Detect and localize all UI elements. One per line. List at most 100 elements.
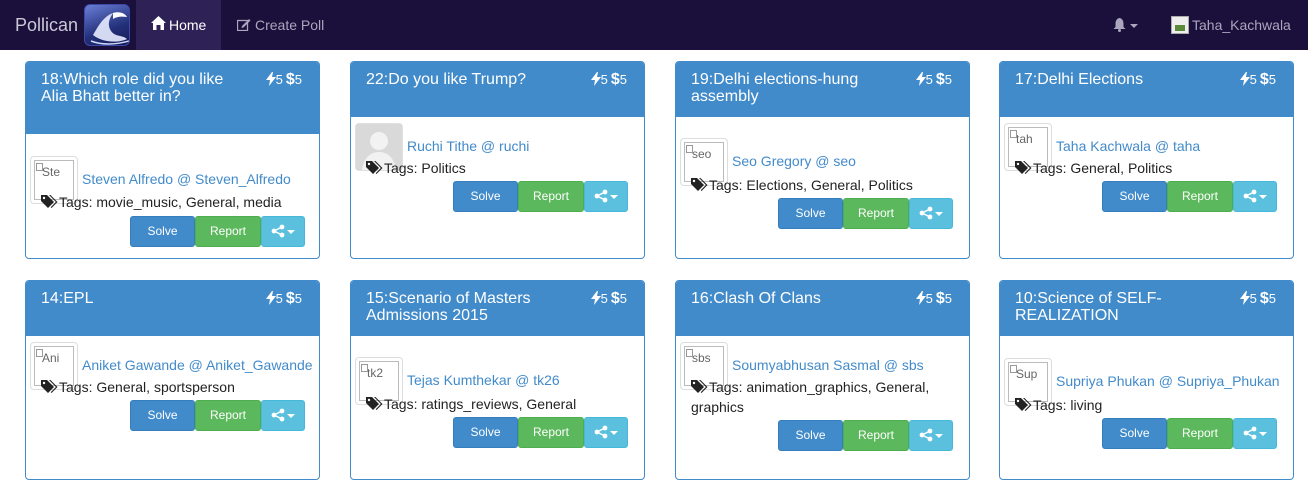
- notifications-dropdown[interactable]: [1113, 17, 1138, 33]
- avatar-alt-text: Ste: [42, 165, 61, 179]
- top-navbar: Pollican Home Create Poll Taha_Kachwala: [0, 0, 1308, 50]
- poll-card: 17:Delhi Elections 5 $5 tah Taha Kachwala…: [999, 61, 1294, 259]
- solve-button[interactable]: Solve: [1102, 418, 1167, 449]
- report-button[interactable]: Report: [1167, 418, 1233, 449]
- solve-button[interactable]: Solve: [130, 216, 195, 247]
- solve-button[interactable]: Solve: [778, 420, 843, 451]
- tags-values: Politics: [421, 160, 466, 176]
- tags-icon: [691, 380, 708, 393]
- author-link[interactable]: Steven Alfredo @ Steven_Alfredo: [82, 171, 291, 187]
- tags-line: Tags: animation_graphics, General, graph…: [676, 377, 946, 417]
- action-buttons: Solve Report: [130, 216, 306, 247]
- poll-card-body: Ste Steven Alfredo @ Steven_Alfredo Tags…: [26, 134, 319, 258]
- report-button[interactable]: Report: [843, 420, 909, 451]
- author-link[interactable]: Ruchi Tithe @ ruchi: [407, 138, 529, 154]
- report-button[interactable]: Report: [195, 216, 261, 247]
- author-link[interactable]: Aniket Gawande @ Aniket_Gawande: [82, 357, 313, 373]
- share-icon: [919, 206, 933, 220]
- poll-card-header: 17:Delhi Elections 5 $5: [1000, 62, 1293, 117]
- poll-card: 19:Delhi elections-hung assembly 5 $5 seo…: [675, 61, 970, 259]
- poll-stats: 5 $5: [915, 290, 955, 308]
- dollar-icon: $: [1259, 290, 1269, 307]
- report-button[interactable]: Report: [518, 181, 584, 212]
- action-buttons: Solve Report: [778, 198, 954, 229]
- author-link[interactable]: Tejas Kumthekar @ tk26: [407, 372, 560, 388]
- bolt-count: 5: [275, 72, 283, 87]
- author-link[interactable]: Soumyabhusan Sasmal @ sbs: [732, 357, 924, 373]
- report-button[interactable]: Report: [1167, 181, 1233, 212]
- tags-line: Tags: Elections, General, Politics: [676, 175, 946, 195]
- share-dropdown-button[interactable]: [909, 198, 953, 229]
- bolt-icon: [1239, 72, 1250, 86]
- bolt-icon: [915, 72, 926, 86]
- poll-stats: 5 $5: [1239, 71, 1279, 89]
- tags-line: Tags: Politics: [351, 158, 621, 178]
- poll-card-header: 15:Scenario of Masters Admissions 2015 5…: [351, 281, 644, 336]
- solve-button[interactable]: Solve: [130, 400, 195, 431]
- poll-card-body: Sup Supriya Phukan @ Supriya_Phukan Tags…: [1000, 336, 1293, 479]
- poll-stats: 5 $5: [915, 71, 955, 89]
- poll-card-header: 14:EPL 5 $5: [26, 281, 319, 336]
- share-dropdown-button[interactable]: [261, 216, 305, 247]
- poll-card-header: 18:Which role did you like Alia Bhatt be…: [26, 62, 319, 134]
- bolt-icon: [1239, 291, 1250, 305]
- dollar-count: 5: [294, 291, 302, 306]
- username-label: Taha_Kachwala: [1192, 17, 1291, 33]
- user-avatar: [1171, 16, 1189, 34]
- poll-stats: 5 $5: [265, 71, 305, 89]
- share-dropdown-button[interactable]: [1233, 418, 1277, 449]
- dollar-icon: $: [935, 290, 945, 307]
- dollar-count: 5: [1268, 291, 1276, 306]
- dollar-count: 5: [944, 72, 952, 87]
- bolt-icon: [915, 291, 926, 305]
- tags-line: Tags: movie_music, General, media: [26, 192, 296, 212]
- dollar-icon: $: [610, 71, 620, 88]
- brand-name[interactable]: Pollican: [15, 15, 78, 36]
- poll-card-body: Ani Aniket Gawande @ Aniket_Gawande Tags…: [26, 336, 319, 479]
- author-link[interactable]: Supriya Phukan @ Supriya_Phukan: [1056, 373, 1280, 389]
- share-dropdown-button[interactable]: [584, 181, 628, 212]
- poll-stats: 5 $5: [265, 290, 305, 308]
- tags-values: Elections, General, Politics: [746, 177, 913, 193]
- bolt-count: 5: [600, 72, 608, 87]
- bolt-icon: [265, 72, 276, 86]
- share-icon: [594, 189, 608, 203]
- solve-button[interactable]: Solve: [453, 417, 518, 448]
- nav-home-link[interactable]: Home: [136, 0, 221, 50]
- share-dropdown-button[interactable]: [909, 420, 953, 451]
- solve-button[interactable]: Solve: [1102, 181, 1167, 212]
- poll-card-header: 10:Science of SELF-REALIZATION 5 $5: [1000, 281, 1293, 336]
- bolt-icon: [265, 291, 276, 305]
- solve-button[interactable]: Solve: [778, 198, 843, 229]
- tags-label: Tags:: [384, 396, 418, 412]
- bolt-count: 5: [925, 291, 933, 306]
- bolt-count: 5: [1249, 72, 1257, 87]
- action-buttons: Solve Report: [453, 181, 629, 212]
- nav-create-poll-link[interactable]: Create Poll: [236, 17, 324, 33]
- poll-card: 22:Do you like Trump? 5 $5 Ruchi Tithe @ …: [350, 61, 645, 259]
- chevron-down-icon: [935, 433, 943, 438]
- poll-card-header: 19:Delhi elections-hung assembly 5 $5: [676, 62, 969, 117]
- edit-icon: [236, 19, 251, 32]
- report-button[interactable]: Report: [843, 198, 909, 229]
- share-dropdown-button[interactable]: [261, 400, 305, 431]
- dollar-count: 5: [1268, 72, 1276, 87]
- bolt-count: 5: [275, 291, 283, 306]
- share-dropdown-button[interactable]: [1233, 181, 1277, 212]
- author-link[interactable]: Seo Gregory @ seo: [732, 153, 856, 169]
- chevron-down-icon: [1130, 24, 1138, 29]
- poll-card-header: 22:Do you like Trump? 5 $5: [351, 62, 644, 117]
- tags-label: Tags:: [59, 194, 93, 210]
- dollar-icon: $: [285, 290, 295, 307]
- user-menu-dropdown[interactable]: Taha_Kachwala: [1171, 16, 1291, 34]
- report-button[interactable]: Report: [195, 400, 261, 431]
- share-icon: [1243, 426, 1257, 440]
- solve-button[interactable]: Solve: [453, 181, 518, 212]
- share-dropdown-button[interactable]: [584, 417, 628, 448]
- tags-values: living: [1070, 397, 1103, 413]
- avatar-alt-text: tah: [1016, 132, 1033, 146]
- author-link[interactable]: Taha Kachwala @ taha: [1056, 138, 1200, 154]
- tags-label: Tags:: [709, 177, 743, 193]
- report-button[interactable]: Report: [518, 417, 584, 448]
- pelican-logo-icon[interactable]: [84, 4, 130, 46]
